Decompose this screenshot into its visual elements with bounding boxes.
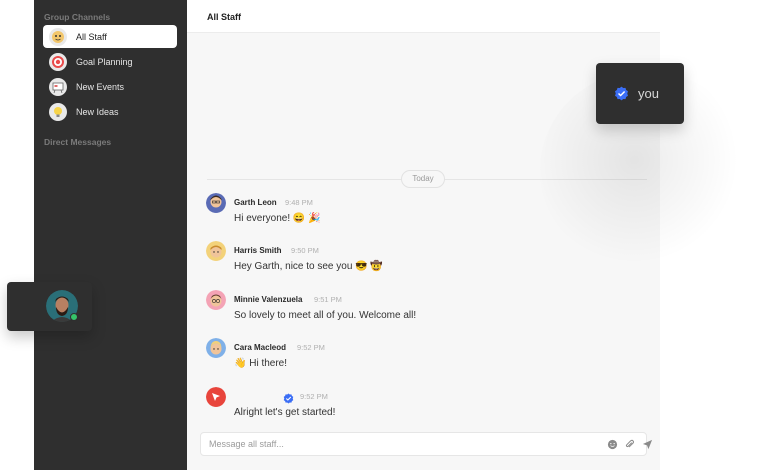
sidebar: Group Channels All Staff Goal Planning N… <box>34 0 187 470</box>
channel-title: All Staff <box>207 12 242 22</box>
app-window: Group Channels All Staff Goal Planning N… <box>0 0 768 470</box>
channel-goal-planning[interactable]: Goal Planning <box>43 50 177 73</box>
message-item: Cara Macleod 9:52 PM 👋 Hi there! <box>206 338 646 372</box>
you-label: you <box>638 86 659 101</box>
group-channels-title: Group Channels <box>44 12 111 22</box>
direct-messages-title: Direct Messages <box>44 137 112 147</box>
message-time: 9:51 PM <box>314 295 342 304</box>
channel-new-events[interactable]: New Events <box>43 75 177 98</box>
channel-label: Goal Planning <box>76 56 133 67</box>
send-icon[interactable] <box>641 438 654 451</box>
sender-name[interactable]: Garth Leon <box>234 198 277 207</box>
message-time: 9:52 PM <box>300 392 328 401</box>
you-card: you <box>596 63 684 124</box>
verified-check-icon <box>614 86 629 101</box>
message-time: 9:50 PM <box>291 246 319 255</box>
avatar[interactable] <box>206 241 226 261</box>
emoji-icon[interactable] <box>606 438 619 451</box>
avatar[interactable] <box>206 193 226 213</box>
chat-header: All Staff <box>187 0 660 33</box>
lightbulb-icon <box>49 102 67 121</box>
day-divider: Today <box>401 170 445 188</box>
message-time: 9:52 PM <box>297 343 325 352</box>
staff-icon <box>49 27 67 46</box>
message-input[interactable]: Message all staff... <box>209 439 284 449</box>
message-item: 9:52 PM Alright let's get started! <box>206 387 646 421</box>
target-icon <box>49 52 67 71</box>
channel-all-staff[interactable]: All Staff <box>43 25 177 48</box>
channel-new-ideas[interactable]: New Ideas <box>43 100 177 123</box>
brand-avatar[interactable] <box>206 387 226 407</box>
user-presence-card <box>7 282 92 331</box>
channel-label: All Staff <box>76 31 107 42</box>
message-time: 9:48 PM <box>285 198 313 207</box>
sender-name[interactable]: Cara Macleod <box>234 343 286 352</box>
message-text: So lovely to meet all of you. Welcome al… <box>234 310 417 321</box>
verified-check-icon <box>283 391 294 404</box>
channel-label: New Events <box>76 81 125 92</box>
online-status-dot <box>70 313 78 321</box>
avatar[interactable] <box>206 290 226 310</box>
message-text: Hey Garth, nice to see you 😎 🤠 <box>234 261 383 272</box>
events-board-icon <box>49 77 67 96</box>
message-text: Hi everyone! 😄 🎉 <box>234 213 321 224</box>
channel-label: New Ideas <box>76 106 119 117</box>
sender-name[interactable]: Minnie Valenzuela <box>234 295 302 304</box>
sender-name[interactable]: Harris Smith <box>234 246 282 255</box>
avatar[interactable] <box>206 338 226 358</box>
message-text: Alright let's get started! <box>234 407 336 418</box>
attach-icon[interactable] <box>623 438 636 451</box>
message-composer[interactable]: Message all staff... <box>200 432 653 456</box>
message-text: 👋 Hi there! <box>234 358 288 369</box>
message-item: Minnie Valenzuela 9:51 PM So lovely to m… <box>206 290 646 324</box>
